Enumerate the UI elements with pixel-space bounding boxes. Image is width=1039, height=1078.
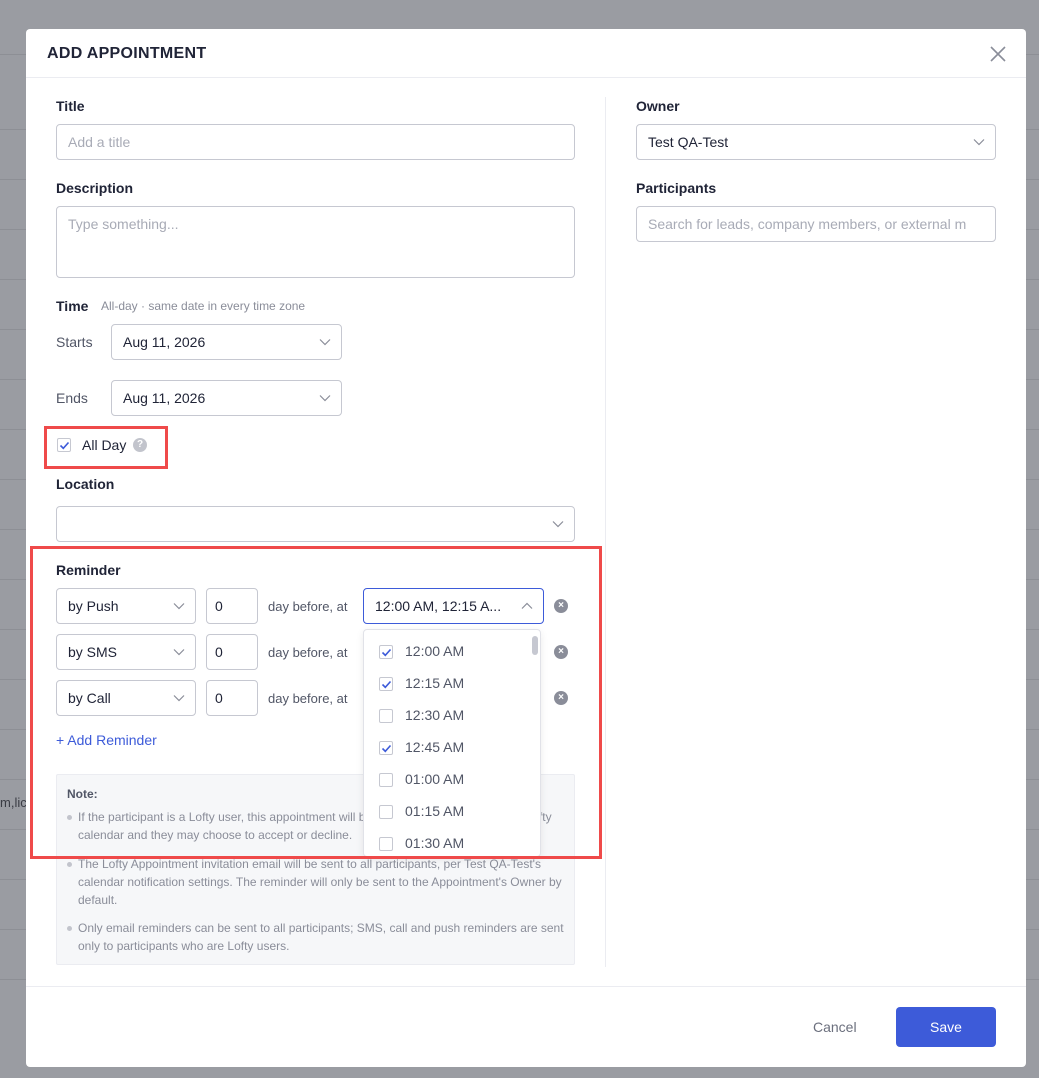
participants-search-input[interactable]: Search for leads, company members, or ex… (636, 206, 996, 242)
starts-label: Starts (56, 334, 93, 350)
all-day-highlight-box (44, 426, 168, 469)
reminder-highlight-box (30, 546, 602, 859)
background-text-fragment: m,lic (0, 795, 27, 810)
description-placeholder: Type something... (68, 216, 179, 232)
column-divider (605, 97, 606, 967)
header-divider (26, 77, 1026, 78)
title-label: Title (56, 98, 85, 114)
ends-label: Ends (56, 390, 88, 406)
description-label: Description (56, 180, 134, 196)
time-hint: All-day · same date in every time zone (101, 299, 306, 313)
title-input[interactable]: Add a title (56, 124, 575, 160)
cancel-button[interactable]: Cancel (813, 1019, 857, 1035)
add-appointment-modal: ADD APPOINTMENT Title Add a title Descri… (26, 29, 1026, 1067)
save-button[interactable]: Save (896, 1007, 996, 1047)
description-textarea[interactable]: Type something... (56, 206, 575, 278)
ends-date-value: Aug 11, 2026 (123, 390, 206, 406)
participants-label: Participants (636, 180, 717, 196)
owner-label: Owner (636, 98, 680, 114)
participants-placeholder: Search for leads, company members, or ex… (648, 216, 967, 232)
location-select[interactable] (56, 506, 575, 542)
owner-value: Test QA-Test (648, 134, 729, 150)
starts-date-select[interactable]: Aug 11, 2026 (111, 324, 342, 360)
bullet-icon (67, 926, 72, 931)
location-label: Location (56, 476, 115, 492)
owner-select[interactable]: Test QA-Test (636, 124, 996, 160)
title-placeholder: Add a title (68, 134, 131, 150)
close-icon[interactable] (988, 44, 1008, 64)
chevron-down-icon (319, 395, 331, 402)
ends-date-select[interactable]: Aug 11, 2026 (111, 380, 342, 416)
note-item: The Lofty Appointment invitation email w… (78, 857, 562, 907)
modal-title: ADD APPOINTMENT (47, 45, 207, 62)
bullet-icon (67, 862, 72, 867)
chevron-down-icon (552, 521, 564, 528)
chevron-down-icon (319, 339, 331, 346)
starts-date-value: Aug 11, 2026 (123, 334, 206, 350)
note-item: Only email reminders can be sent to all … (78, 921, 564, 953)
footer-divider (26, 986, 1026, 987)
time-label: Time (56, 298, 89, 314)
chevron-down-icon (973, 139, 985, 146)
